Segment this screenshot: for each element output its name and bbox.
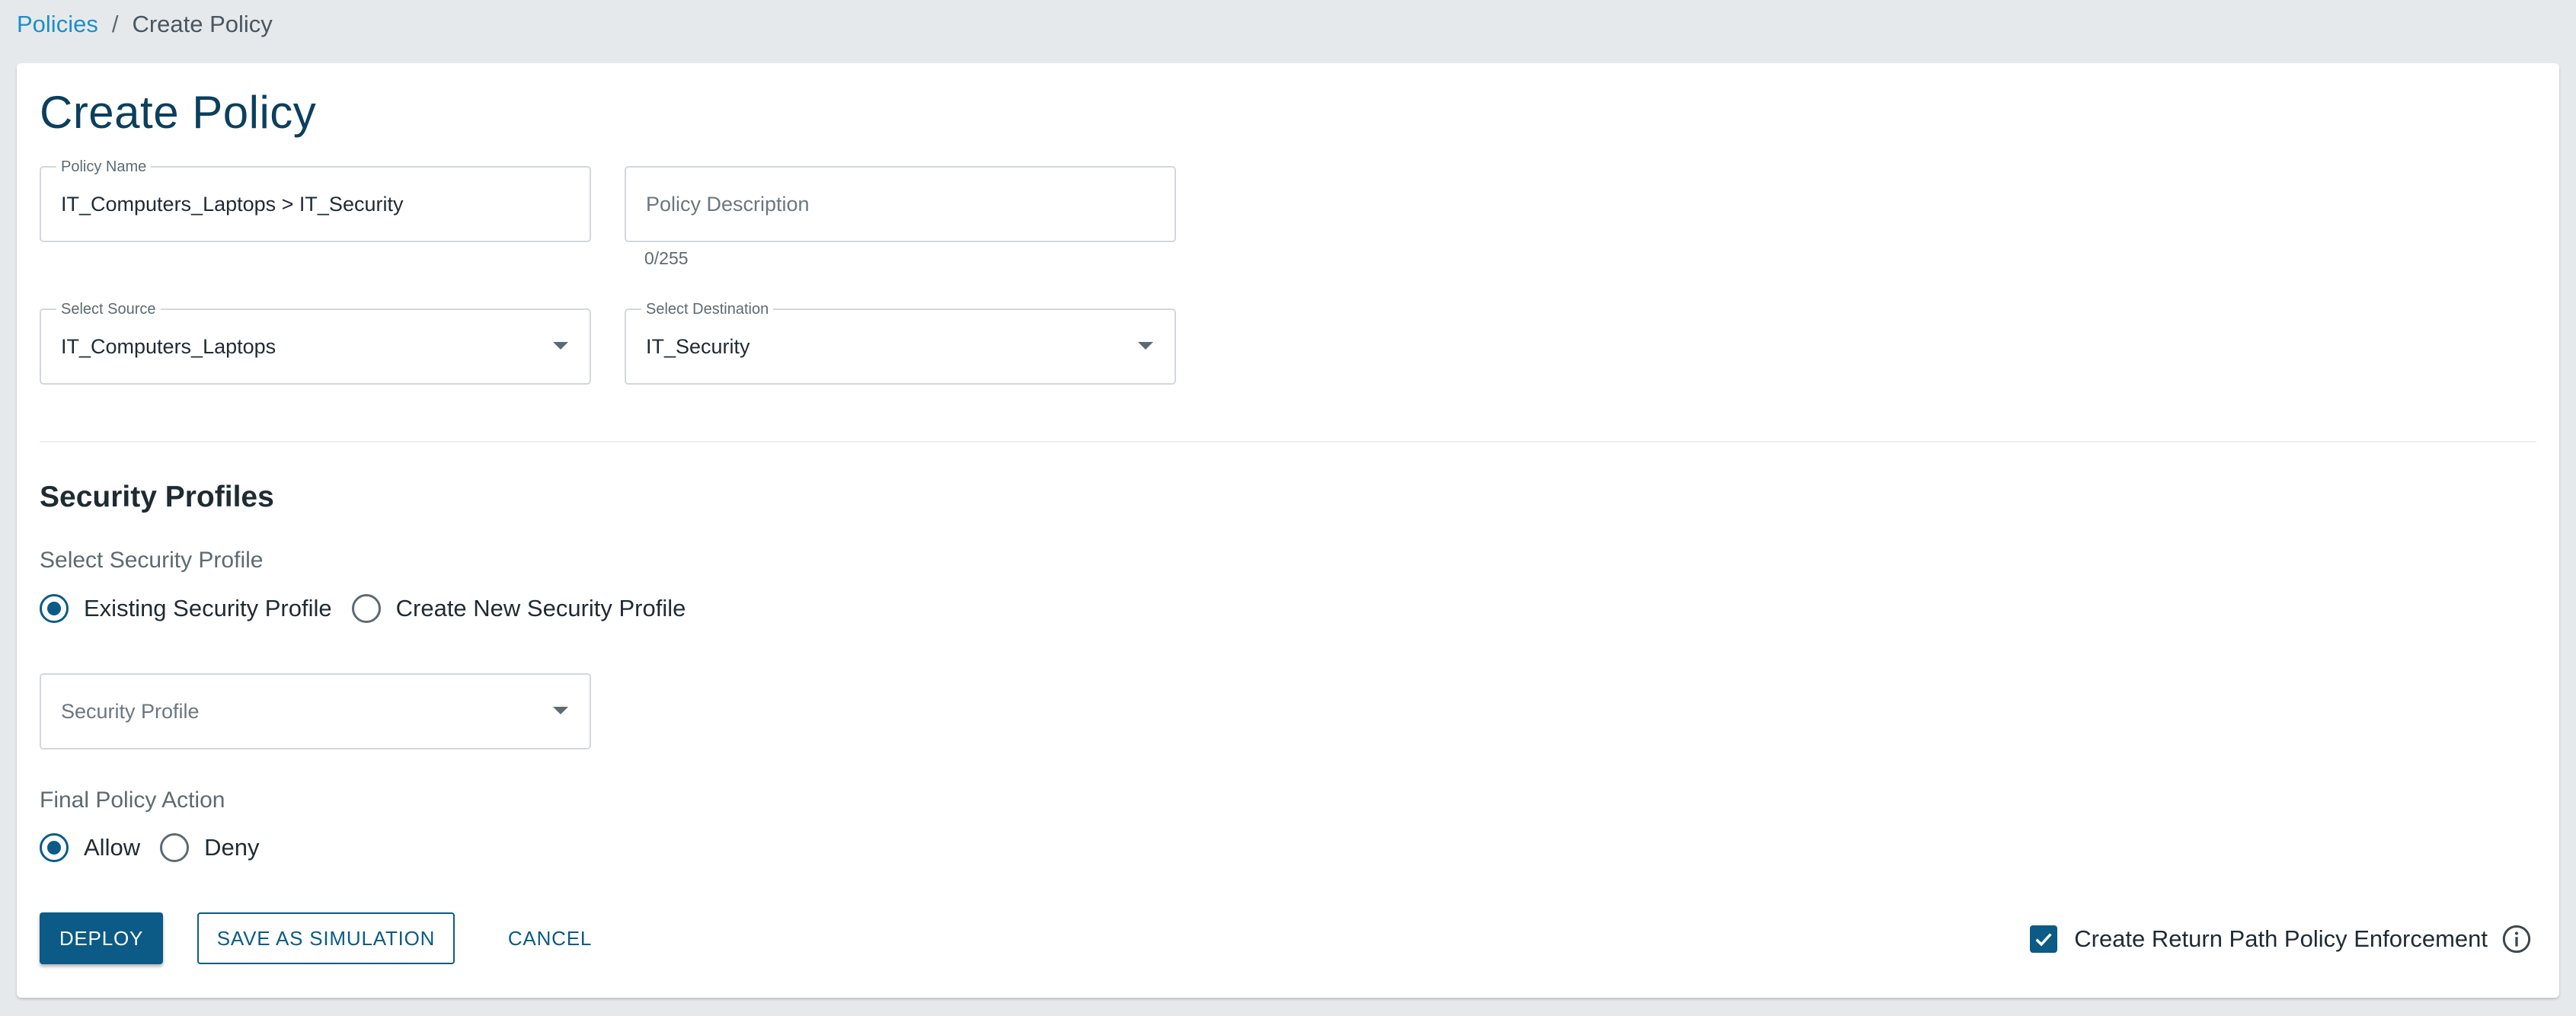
info-icon[interactable] — [2501, 924, 2532, 954]
radio-label: Deny — [204, 834, 260, 861]
create-policy-card: Create Policy Policy Name IT_Computers_L… — [17, 63, 2559, 998]
policy-description-input[interactable]: Policy Description — [625, 166, 1176, 242]
caret-down-icon — [553, 707, 568, 714]
security-profile-dropdown[interactable]: Security Profile — [40, 673, 591, 749]
security-profile-placeholder: Security Profile — [61, 699, 200, 723]
radio-allow[interactable]: Allow — [40, 833, 140, 862]
radio-existing-security-profile[interactable]: Existing Security Profile — [40, 594, 332, 623]
radio-label: Create New Security Profile — [395, 595, 686, 621]
breadcrumb-separator: / — [111, 11, 119, 37]
section-divider — [40, 441, 2536, 443]
select-security-profile-label: Select Security Profile — [40, 548, 264, 573]
deploy-button[interactable]: DEPLOY — [40, 912, 163, 964]
policy-name-input[interactable]: Policy Name IT_Computers_Laptops > IT_Se… — [40, 157, 591, 242]
final-action-radio-group: Allow Deny — [40, 829, 279, 867]
breadcrumb: Policies / Create Policy — [17, 8, 273, 41]
radio-checked-icon[interactable] — [40, 833, 69, 862]
select-source-value: IT_Computers_Laptops — [61, 334, 276, 358]
radio-deny[interactable]: Deny — [160, 833, 259, 862]
return-path-checkbox[interactable] — [2030, 925, 2058, 953]
description-char-counter: 0/255 — [644, 248, 689, 268]
return-path-label: Create Return Path Policy Enforcement — [2074, 925, 2488, 952]
radio-label: Allow — [84, 834, 141, 861]
policy-name-value: IT_Computers_Laptops > IT_Security — [61, 192, 404, 216]
select-source-dropdown[interactable]: Select Source IT_Computers_Laptops — [40, 299, 591, 385]
policy-description-placeholder: Policy Description — [646, 192, 810, 216]
radio-unchecked-icon[interactable] — [351, 594, 381, 623]
caret-down-icon — [553, 342, 568, 350]
security-profile-radio-group: Existing Security Profile Create New Sec… — [40, 589, 705, 628]
security-profiles-title: Security Profiles — [40, 481, 274, 513]
radio-unchecked-icon[interactable] — [160, 833, 190, 862]
radio-create-new-security-profile[interactable]: Create New Security Profile — [351, 594, 686, 623]
return-path-enforcement: Create Return Path Policy Enforcement — [2030, 921, 2532, 957]
radio-checked-icon[interactable] — [40, 594, 69, 623]
checkmark-icon — [2035, 933, 2052, 947]
radio-label: Existing Security Profile — [84, 595, 332, 621]
breadcrumb-link-policies[interactable]: Policies — [17, 11, 98, 38]
final-policy-action-label: Final Policy Action — [40, 788, 225, 813]
save-as-simulation-button[interactable]: SAVE AS SIMULATION — [197, 912, 455, 964]
breadcrumb-current: Create Policy — [132, 11, 273, 37]
caret-down-icon — [1138, 342, 1153, 350]
select-destination-value: IT_Security — [646, 334, 750, 358]
page-title: Create Policy — [40, 87, 317, 138]
cancel-button[interactable]: CANCEL — [481, 912, 618, 964]
select-destination-dropdown[interactable]: Select Destination IT_Security — [625, 299, 1176, 385]
